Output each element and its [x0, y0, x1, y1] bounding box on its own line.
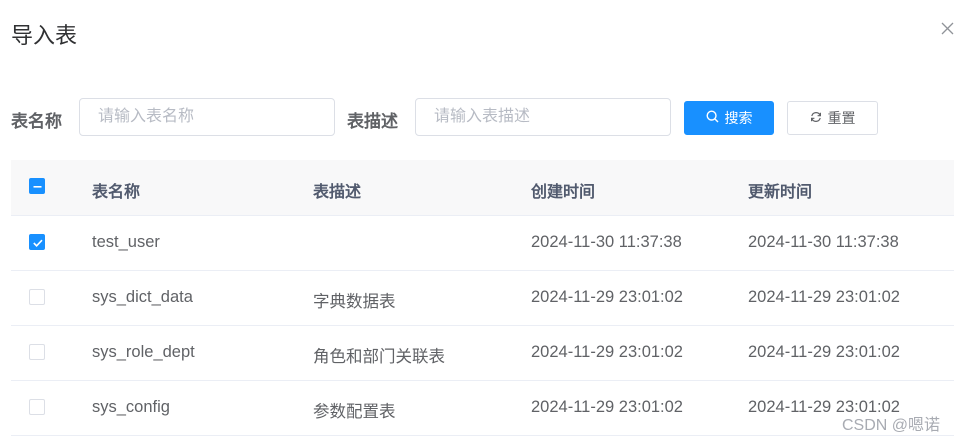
- column-header-desc[interactable]: 表描述: [313, 178, 361, 202]
- search-button-label: 搜索: [724, 110, 753, 126]
- row-checkbox[interactable]: [29, 344, 45, 360]
- row-checkbox[interactable]: [29, 399, 45, 415]
- table-row[interactable]: sys_role_dept 角色和部门关联表 2024-11-29 23:01:…: [11, 326, 954, 381]
- row-checkbox[interactable]: [29, 289, 45, 305]
- table-name-label: 表名称: [11, 112, 62, 131]
- cell-created: 2024-11-29 23:01:02: [531, 398, 683, 416]
- row-checkbox[interactable]: [29, 234, 45, 250]
- cell-desc: 角色和部门关联表: [313, 348, 445, 366]
- select-all-checkbox[interactable]: [29, 178, 45, 194]
- search-icon: [705, 110, 719, 126]
- table-name-input[interactable]: [79, 98, 335, 136]
- cell-created: 2024-11-29 23:01:02: [531, 343, 683, 361]
- search-button[interactable]: 搜索: [684, 101, 774, 135]
- close-icon[interactable]: [941, 22, 954, 35]
- dialog-title: 导入表: [11, 23, 78, 48]
- table-row[interactable]: sys_config 参数配置表 2024-11-29 23:01:02 202…: [11, 381, 954, 436]
- table-header: 表名称 表描述 创建时间 更新时间: [11, 160, 954, 216]
- column-header-name[interactable]: 表名称: [92, 178, 140, 202]
- column-header-updated[interactable]: 更新时间: [748, 178, 812, 202]
- cell-created: 2024-11-30 11:37:38: [531, 233, 682, 251]
- cell-desc: 字典数据表: [313, 293, 396, 311]
- watermark: CSDN @嗯诺: [842, 417, 941, 434]
- table-desc-label: 表描述: [347, 112, 398, 131]
- table: 表名称 表描述 创建时间 更新时间 test_user 2024-11-30 1…: [11, 160, 954, 436]
- cell-updated: 2024-11-29 23:01:02: [748, 343, 900, 361]
- cell-desc: 参数配置表: [313, 403, 396, 421]
- table-row[interactable]: sys_dict_data 字典数据表 2024-11-29 23:01:02 …: [11, 271, 954, 326]
- reset-button-label: 重置: [827, 110, 856, 126]
- cell-name: test_user: [92, 233, 160, 251]
- cell-updated: 2024-11-29 23:01:02: [748, 288, 900, 306]
- table-desc-input[interactable]: [415, 98, 671, 136]
- cell-created: 2024-11-29 23:01:02: [531, 288, 683, 306]
- cell-updated: 2024-11-30 11:37:38: [748, 233, 899, 251]
- cell-name: sys_config: [92, 398, 170, 416]
- refresh-icon: [810, 110, 822, 126]
- cell-name: sys_dict_data: [92, 288, 193, 306]
- table-row[interactable]: test_user 2024-11-30 11:37:38 2024-11-30…: [11, 216, 954, 271]
- reset-button[interactable]: 重置: [787, 101, 878, 135]
- cell-name: sys_role_dept: [92, 343, 195, 361]
- column-header-created[interactable]: 创建时间: [531, 178, 595, 202]
